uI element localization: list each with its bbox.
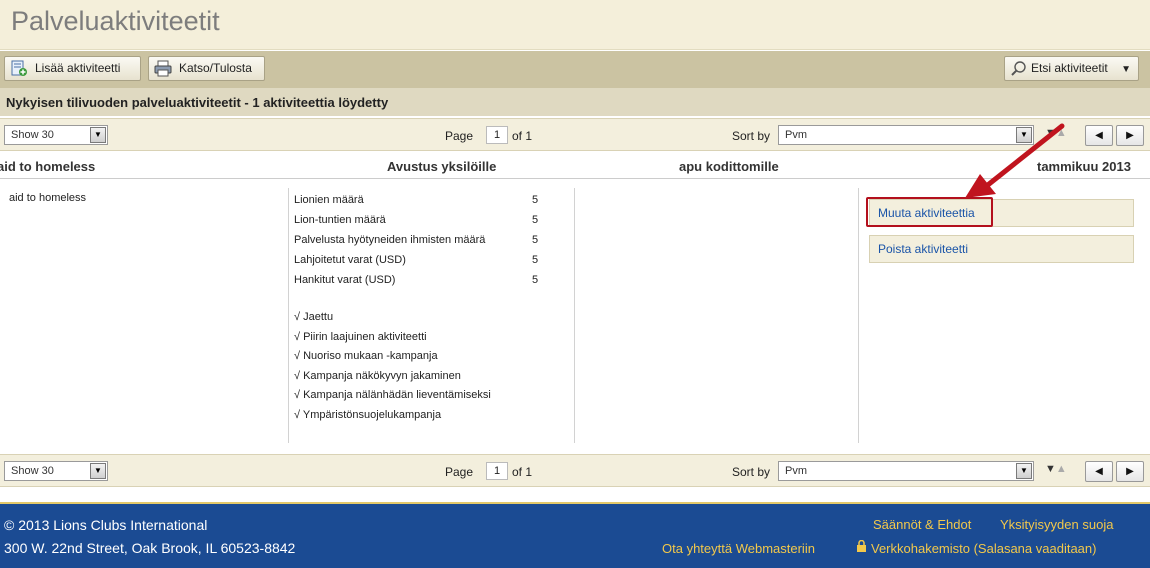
column-divider bbox=[858, 188, 859, 443]
metric-row: Lionien määrä 5 bbox=[294, 194, 544, 214]
page-title: Palveluaktiviteetit bbox=[11, 6, 220, 36]
show-count-value: Show 30 bbox=[11, 129, 54, 141]
contact-webmaster-link[interactable]: Ota yhteyttä Webmasteriin bbox=[662, 541, 815, 556]
show-count-select[interactable]: Show 30 ▼ bbox=[4, 125, 108, 145]
checked-attribute: √ Piirin laajuinen aktiviteetti bbox=[294, 331, 427, 343]
activity-type-header: Avustus yksilöille bbox=[387, 159, 497, 174]
privacy-link[interactable]: Yksityisyyden suoja bbox=[1000, 517, 1113, 532]
sort-direction-icon[interactable]: ▼▲ bbox=[1045, 463, 1067, 475]
search-activities-label: Etsi aktiviteetit bbox=[1031, 61, 1108, 75]
prev-page-button[interactable]: ◀ bbox=[1085, 461, 1113, 482]
prev-page-button[interactable]: ◀ bbox=[1085, 125, 1113, 146]
chevron-down-icon[interactable]: ▼ bbox=[1016, 463, 1032, 479]
metric-label: Hankitut varat (USD) bbox=[294, 274, 396, 286]
metric-label: Lion-tuntien määrä bbox=[294, 214, 386, 226]
checked-attribute: √ Nuoriso mukaan -kampanja bbox=[294, 350, 438, 362]
print-label: Katso/Tulosta bbox=[179, 61, 252, 75]
page-input[interactable]: 1 bbox=[486, 126, 508, 144]
pager-top: Show 30 ▼ Page 1 of 1 Sort by Pvm ▼ ▼▲ ◀… bbox=[0, 118, 1150, 151]
activity-header-row: aid to homeless Avustus yksilöille apu k… bbox=[0, 155, 1150, 179]
metric-value: 5 bbox=[532, 274, 539, 286]
add-activity-label: Lisää aktiviteetti bbox=[35, 61, 121, 75]
show-count-select[interactable]: Show 30 ▼ bbox=[4, 461, 108, 481]
sort-direction-icon[interactable]: ▼▲ bbox=[1045, 127, 1067, 139]
chevron-down-icon: ▼ bbox=[1121, 64, 1131, 75]
activity-date-header: tammikuu 2013 bbox=[1037, 159, 1131, 174]
show-count-value: Show 30 bbox=[11, 465, 54, 477]
pager-bottom: Show 30 ▼ Page 1 of 1 Sort by Pvm ▼ ▼▲ ◀… bbox=[0, 454, 1150, 487]
chevron-down-icon[interactable]: ▼ bbox=[90, 463, 106, 479]
activity-description-header: apu kodittomille bbox=[679, 159, 779, 174]
add-document-icon bbox=[10, 60, 28, 77]
activity-name: aid to homeless bbox=[9, 192, 87, 204]
toolbar: Lisää aktiviteetti Katso/Tulosta Etsi ak… bbox=[0, 51, 1150, 88]
search-activities-button[interactable]: Etsi aktiviteetit ▼ bbox=[1004, 56, 1139, 81]
column-divider bbox=[574, 188, 575, 443]
footer-copyright: © 2013 Lions Clubs International bbox=[4, 517, 208, 533]
metric-value: 5 bbox=[532, 234, 539, 246]
column-divider bbox=[288, 188, 289, 443]
page-label: Page bbox=[445, 465, 474, 479]
checked-attribute: √ Ympäristönsuojelukampanja bbox=[294, 409, 442, 421]
page-total: of 1 bbox=[512, 465, 533, 479]
lock-icon bbox=[856, 539, 867, 555]
metric-label: Lahjoitetut varat (USD) bbox=[294, 254, 406, 266]
metric-label: Lionien määrä bbox=[294, 194, 364, 206]
sort-value: Pvm bbox=[785, 465, 807, 477]
page-total: of 1 bbox=[512, 129, 533, 143]
directory-link[interactable]: Verkkohakemisto (Salasana vaaditaan) bbox=[871, 541, 1096, 556]
activity-name-header: aid to homeless bbox=[0, 159, 96, 174]
print-button[interactable]: Katso/Tulosta bbox=[148, 56, 265, 81]
terms-link[interactable]: Säännöt & Ehdot bbox=[873, 517, 971, 532]
footer-address: 300 W. 22nd Street, Oak Brook, IL 60523-… bbox=[4, 540, 296, 556]
metric-value: 5 bbox=[532, 254, 539, 266]
results-heading: Nykyisen tilivuoden palveluaktiviteetit … bbox=[6, 95, 389, 110]
metric-row: Lahjoitetut varat (USD) 5 bbox=[294, 254, 544, 274]
page-input[interactable]: 1 bbox=[486, 462, 508, 480]
sort-value: Pvm bbox=[785, 129, 807, 141]
page-label: Page bbox=[445, 129, 474, 143]
add-activity-button[interactable]: Lisää aktiviteetti bbox=[4, 56, 141, 81]
chevron-down-icon[interactable]: ▼ bbox=[90, 127, 106, 143]
metric-value: 5 bbox=[532, 214, 539, 226]
section-heading: Nykyisen tilivuoden palveluaktiviteetit … bbox=[0, 88, 1150, 116]
next-page-button[interactable]: ▶ bbox=[1116, 125, 1144, 146]
metric-row: Palvelusta hyötyneiden ihmisten määrä 5 bbox=[294, 234, 544, 254]
delete-activity-link[interactable]: Poista aktiviteetti bbox=[869, 235, 1134, 263]
printer-icon bbox=[154, 60, 172, 77]
metric-value: 5 bbox=[532, 194, 539, 206]
highlight-box bbox=[866, 197, 993, 227]
sort-select[interactable]: Pvm ▼ bbox=[778, 461, 1034, 481]
title-bar: Palveluaktiviteetit bbox=[0, 0, 1150, 50]
metric-row: Lion-tuntien määrä 5 bbox=[294, 214, 544, 234]
sort-select[interactable]: Pvm ▼ bbox=[778, 125, 1034, 145]
footer: © 2013 Lions Clubs International 300 W. … bbox=[0, 502, 1150, 568]
sort-label: Sort by bbox=[732, 129, 771, 143]
sort-label: Sort by bbox=[732, 465, 771, 479]
metric-label: Palvelusta hyötyneiden ihmisten määrä bbox=[294, 234, 486, 246]
activity-row: aid to homeless Lionien määrä 5 Lion-tun… bbox=[0, 180, 1150, 450]
metric-row: Hankitut varat (USD) 5 bbox=[294, 274, 544, 294]
search-icon bbox=[1010, 60, 1028, 77]
checked-attribute: √ Jaettu bbox=[294, 311, 334, 323]
checked-attribute: √ Kampanja nälänhädän lieventämiseksi bbox=[294, 389, 491, 401]
checked-attribute: √ Kampanja näkökyvyn jakaminen bbox=[294, 370, 461, 382]
chevron-down-icon[interactable]: ▼ bbox=[1016, 127, 1032, 143]
next-page-button[interactable]: ▶ bbox=[1116, 461, 1144, 482]
